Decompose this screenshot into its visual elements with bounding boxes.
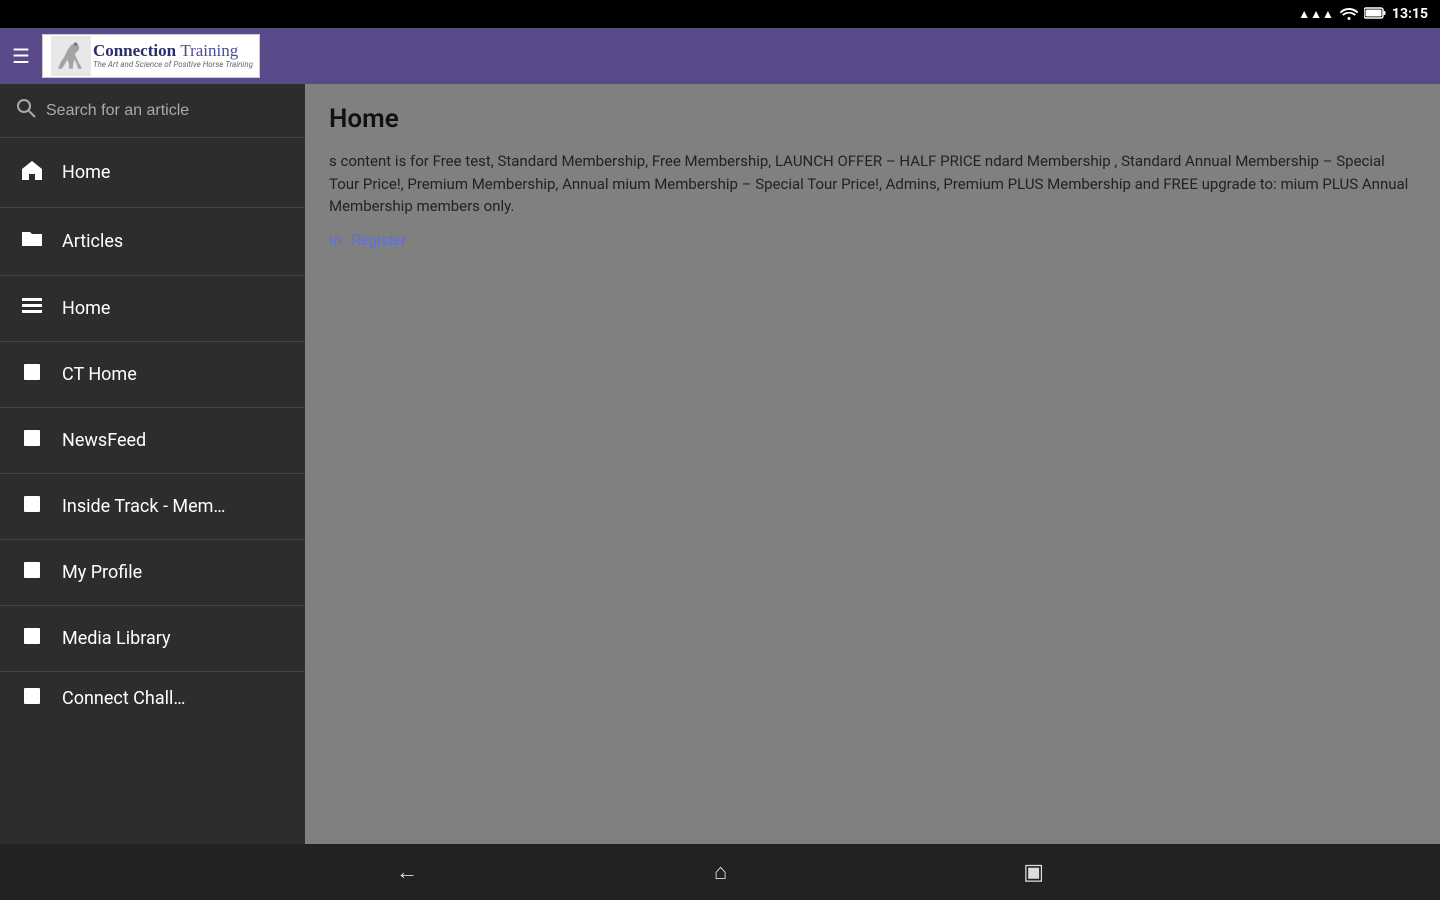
search-input[interactable] xyxy=(46,102,289,120)
status-bar: ▲▲▲ 13:15 xyxy=(0,0,1440,28)
status-icons: ▲▲▲ 13:15 xyxy=(1298,6,1428,23)
content-area: Home s content is for Free test, Standar… xyxy=(305,84,1440,844)
logo-container: Connection Training The Art and Science … xyxy=(42,34,260,78)
logo-horse-icon xyxy=(49,36,93,76)
home-button[interactable]: ⌂ xyxy=(706,851,735,893)
bottom-bar: ← ⌂ ▣ xyxy=(0,844,1440,900)
media-library-icon xyxy=(20,628,44,649)
app-header: ☰ Connection Training The Art and Scienc… xyxy=(0,28,1440,84)
page-title: Home xyxy=(329,104,1416,134)
logo-text-block: Connection Training The Art and Science … xyxy=(93,42,253,69)
sidebar-item-articles[interactable]: Articles xyxy=(0,208,305,276)
logo-tagline: The Art and Science of Positive Horse Tr… xyxy=(93,61,253,70)
sidebar-item-inside-track-label: Inside Track - Mem… xyxy=(62,496,225,517)
logo-brand: Connection Training xyxy=(93,42,253,61)
status-time: 13:15 xyxy=(1392,6,1428,22)
sidebar-item-media-library-label: Media Library xyxy=(62,628,171,649)
my-profile-icon xyxy=(20,562,44,583)
sidebar: Home Articles Home xyxy=(0,84,305,844)
sidebar-item-home-label: Home xyxy=(62,162,110,183)
signal-icon: ▲▲▲ xyxy=(1298,7,1334,21)
content-body: s content is for Free test, Standard Mem… xyxy=(329,150,1416,218)
search-icon xyxy=(16,98,36,123)
sidebar-item-newsfeed-label: NewsFeed xyxy=(62,430,146,451)
sidebar-item-ct-home[interactable]: CT Home xyxy=(0,342,305,408)
sidebar-item-my-profile[interactable]: My Profile xyxy=(0,540,305,606)
sidebar-item-inside-track[interactable]: Inside Track - Mem… xyxy=(0,474,305,540)
content-links: In Register xyxy=(329,230,1416,249)
inside-track-icon xyxy=(20,496,44,517)
wifi-icon xyxy=(1340,6,1358,23)
folder-icon xyxy=(20,230,44,253)
sidebar-item-connect-chall-label: Connect Chall… xyxy=(62,688,185,709)
recent-button[interactable]: ▣ xyxy=(1015,852,1052,893)
main-layout: Home Articles Home xyxy=(0,84,1440,844)
newsfeed-icon xyxy=(20,430,44,451)
battery-icon xyxy=(1364,7,1386,22)
search-bar[interactable] xyxy=(0,84,305,138)
sidebar-item-ct-home-label: CT Home xyxy=(62,364,137,385)
sidebar-item-connect-chall[interactable]: Connect Chall… xyxy=(0,672,305,717)
back-button[interactable]: ← xyxy=(388,851,426,893)
ct-home-icon xyxy=(20,364,44,385)
login-link[interactable]: In xyxy=(329,231,341,249)
hamburger-button[interactable]: ☰ xyxy=(8,40,34,72)
logo-wrapper: Connection Training The Art and Science … xyxy=(49,36,253,76)
sidebar-item-home2-label: Home xyxy=(62,298,110,319)
sidebar-item-home2[interactable]: Home xyxy=(0,276,305,342)
sidebar-item-articles-label: Articles xyxy=(62,231,123,252)
sidebar-item-media-library[interactable]: Media Library xyxy=(0,606,305,672)
sidebar-item-newsfeed[interactable]: NewsFeed xyxy=(0,408,305,474)
list-icon xyxy=(20,298,44,319)
sidebar-item-my-profile-label: My Profile xyxy=(62,562,142,583)
home-icon xyxy=(20,160,44,185)
sidebar-item-home[interactable]: Home xyxy=(0,138,305,208)
connect-chall-icon xyxy=(20,688,44,709)
register-link[interactable]: Register xyxy=(351,231,406,249)
